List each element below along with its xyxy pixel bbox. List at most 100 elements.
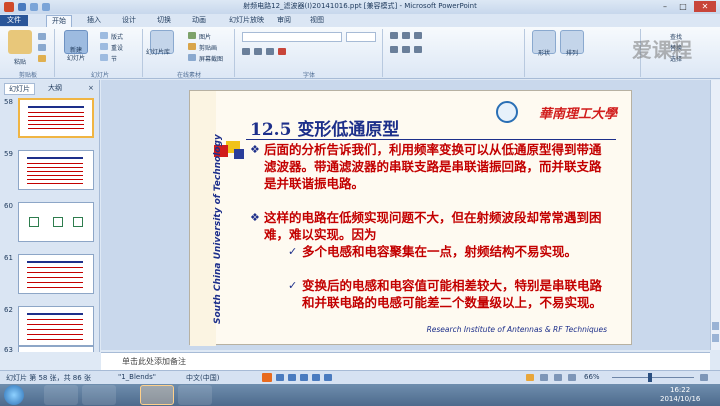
slide-thumbnail-61[interactable] — [18, 254, 94, 294]
section-button[interactable]: 节 — [111, 54, 117, 63]
thumbnail-number: 60 — [4, 202, 13, 210]
slide-sorter-icon[interactable] — [540, 374, 548, 381]
diamond-bullet-icon: ❖ — [250, 143, 260, 156]
paste-icon[interactable] — [8, 30, 32, 54]
align-left-icon[interactable] — [390, 46, 398, 53]
bullet-2[interactable]: ❖ 这样的电路在低频实现问题不大，但在射频波段却常常遇到困难，难以实现。因为 — [250, 209, 606, 243]
underline-icon[interactable] — [266, 48, 274, 55]
section-icon[interactable] — [100, 54, 108, 61]
slide-thumbnail-58[interactable] — [18, 98, 94, 138]
prev-slide-icon[interactable] — [712, 322, 719, 330]
tab-slideshow[interactable]: 幻灯片放映 — [224, 15, 269, 26]
screenshot-icon[interactable] — [188, 54, 196, 61]
diamond-bullet-icon: ❖ — [250, 211, 260, 224]
clock-date[interactable]: 2014/10/16 — [660, 395, 700, 403]
format-painter-icon[interactable] — [38, 55, 46, 62]
paste-button[interactable]: 粘贴 — [8, 57, 32, 66]
normal-view-icon[interactable] — [526, 374, 534, 381]
start-button-icon[interactable] — [4, 385, 24, 405]
shape-button[interactable]: 形状 — [532, 48, 556, 57]
picture-button[interactable]: 图片 — [199, 32, 211, 41]
minimize-button[interactable]: – — [658, 1, 672, 12]
thumbnail-number: 63 — [4, 346, 13, 354]
bold-icon[interactable] — [242, 48, 250, 55]
close-button[interactable]: ✕ — [694, 1, 716, 12]
zoom-slider[interactable] — [612, 377, 694, 378]
align-center-icon[interactable] — [402, 46, 410, 53]
notes-pane[interactable]: 单击此处添加备注 — [101, 352, 710, 370]
tab-animations[interactable]: 动画 — [187, 15, 211, 26]
tab-design[interactable]: 设计 — [117, 15, 141, 26]
slide-thumbnail-59[interactable] — [18, 150, 94, 190]
fit-to-window-icon[interactable] — [700, 374, 708, 381]
bullets-icon[interactable] — [390, 32, 398, 39]
picture-icon[interactable] — [188, 32, 196, 39]
bullet-1[interactable]: ❖ 后面的分析告诉我们，利用频率变换可以从低通原型得到带通滤波器。带通滤波器的串… — [250, 141, 606, 192]
zoom-slider-thumb[interactable] — [648, 373, 652, 382]
tab-review[interactable]: 审阅 — [272, 15, 296, 26]
reset-icon[interactable] — [100, 43, 108, 50]
font-size-select[interactable] — [346, 32, 376, 42]
italic-icon[interactable] — [254, 48, 262, 55]
explorer-taskbar-icon[interactable] — [82, 385, 116, 405]
layout-button[interactable]: 版式 — [111, 32, 123, 41]
tab-slides-panel[interactable]: 幻灯片 — [4, 83, 35, 95]
slide-canvas[interactable]: 華南理工大學 12.5 变形低通原型 ❖ 后面的分析告诉我们，利用频率变换可以从… — [189, 90, 632, 346]
slide-title[interactable]: 12.5 变形低通原型 — [250, 115, 399, 140]
powerpoint-taskbar-icon[interactable] — [140, 385, 174, 405]
theme-name[interactable]: "1_Blends" — [118, 373, 156, 381]
reset-button[interactable]: 重设 — [111, 43, 123, 52]
next-slide-icon[interactable] — [712, 334, 719, 342]
slide-thumbnail-63[interactable] — [18, 346, 94, 352]
vertical-scrollbar[interactable] — [710, 80, 720, 350]
clock-time[interactable]: 16:22 — [670, 386, 690, 394]
ime-punct-icon[interactable] — [288, 374, 296, 381]
app-taskbar-icon[interactable] — [178, 385, 212, 405]
watermark-logo: 爱课程 — [632, 38, 692, 62]
cut-icon[interactable] — [38, 33, 46, 40]
language-indicator[interactable]: 中文(中国) — [186, 373, 219, 383]
ime-toolbar[interactable] — [262, 372, 402, 383]
maximize-button[interactable]: □ — [676, 1, 690, 12]
sogou-ime-icon[interactable] — [262, 373, 272, 382]
slideshow-icon[interactable] — [568, 374, 576, 381]
tab-home[interactable]: 开始 — [46, 15, 72, 27]
align-right-icon[interactable] — [414, 46, 422, 53]
slide-thumbnail-62[interactable] — [18, 306, 94, 346]
ie-taskbar-icon[interactable] — [44, 385, 78, 405]
paragraph-group — [390, 32, 500, 60]
slide-footer: Research Institute of Antennas & RF Tech… — [426, 325, 607, 334]
tab-view[interactable]: 视图 — [305, 15, 329, 26]
indent-icon[interactable] — [414, 32, 422, 39]
windows-taskbar: 16:22 2014/10/16 — [0, 384, 720, 406]
clip-art-icon[interactable] — [188, 43, 196, 50]
new-slide-button[interactable]: 新建 幻灯片 — [58, 47, 94, 63]
tab-transitions[interactable]: 切换 — [152, 15, 176, 26]
copy-icon[interactable] — [38, 44, 46, 51]
ime-keyboard-icon[interactable] — [312, 374, 320, 381]
bullet-1-text: 后面的分析告诉我们，利用频率变换可以从低通原型得到带通滤波器。带通滤波器的串联支… — [264, 142, 602, 191]
slide-thumbnail-60[interactable] — [18, 202, 94, 242]
font-name-select[interactable] — [242, 32, 342, 42]
ime-emoji-icon[interactable] — [300, 374, 308, 381]
close-panel-button[interactable]: × — [88, 83, 94, 93]
subbullet-1[interactable]: ✓ 多个电感和电容聚集在一点，射频结构不易实现。 — [288, 243, 608, 260]
layout-icon[interactable] — [100, 32, 108, 39]
tab-outline-panel[interactable]: 大纲 — [48, 83, 62, 93]
numbering-icon[interactable] — [402, 32, 410, 39]
clip-art-button[interactable]: 剪贴画 — [199, 43, 217, 52]
thumbnail-number: 61 — [4, 254, 13, 262]
screenshot-button[interactable]: 屏幕截图 — [199, 54, 223, 63]
reading-view-icon[interactable] — [554, 374, 562, 381]
zoom-level[interactable]: 66% — [584, 373, 600, 381]
ime-settings-icon[interactable] — [324, 374, 332, 381]
subbullet-2[interactable]: ✓ 变换后的电感和电容值可能相差较大，特别是串联电路和并联电路的电感可能差二个数… — [288, 277, 608, 311]
ribbon-divider — [382, 29, 383, 77]
arrange-button[interactable]: 排列 — [560, 48, 584, 57]
tab-insert[interactable]: 插入 — [82, 15, 106, 26]
font-color-icon[interactable] — [278, 48, 286, 55]
slide-library-button[interactable]: 幻灯片库 — [146, 47, 170, 56]
tab-file[interactable]: 文件 — [0, 15, 28, 26]
ime-mode-icon[interactable] — [276, 374, 284, 381]
check-bullet-icon: ✓ — [288, 279, 298, 292]
